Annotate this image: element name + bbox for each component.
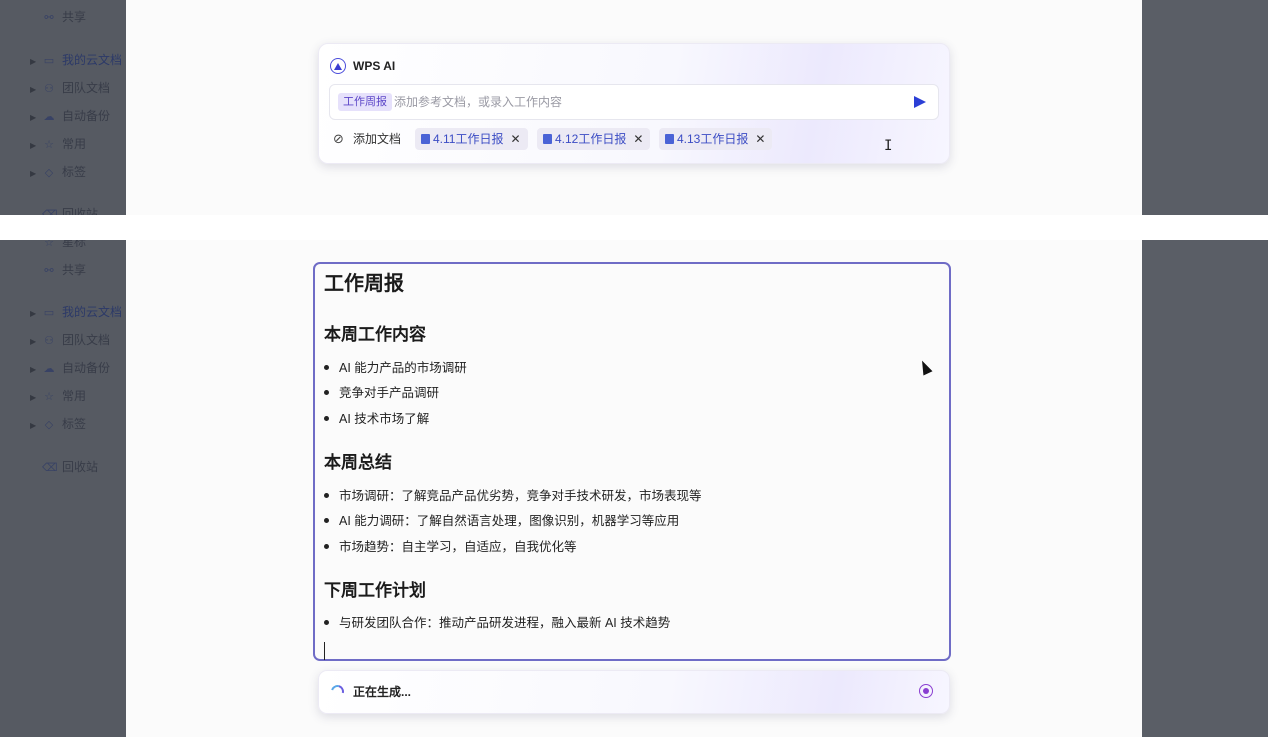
attachment-chip[interactable]: 4.12工作日报 ✕ — [537, 128, 651, 150]
tag-icon: ◇ — [44, 419, 54, 431]
document-icon — [665, 134, 674, 144]
stop-generating-button[interactable] — [919, 684, 933, 698]
document-icon — [543, 134, 552, 144]
left-sidebar: ⚯ 共享 ▶ ▭ 我的云文档 ▶ ⚇ 团队文档 ▶ ☁ 自动备份 ▶ ☆ 常用 ▶ ◇ 标签 ⌫ 回收站 — [0, 0, 126, 215]
remove-attachment-icon[interactable]: ✕ — [755, 132, 765, 146]
sidebar-item-trash[interactable]: ⌫ 回收站 — [30, 457, 98, 477]
star-icon: ☆ — [44, 391, 54, 403]
trash-icon: ⌫ — [42, 462, 58, 474]
attachment-chip[interactable]: 4.13工作日报 ✕ — [659, 128, 773, 150]
wps-ai-logo-icon — [330, 58, 346, 74]
sidebar-item-share[interactable]: ⚯ 共享 — [30, 7, 86, 27]
tag-icon: ◇ — [44, 167, 54, 179]
send-icon[interactable] — [914, 96, 926, 108]
attachment-chip[interactable]: 4.11工作日报 ✕ — [415, 128, 528, 150]
section-heading: 本周工作内容 — [324, 325, 426, 344]
prompt-template-tag[interactable]: 工作周报 — [338, 93, 392, 111]
sidebar-item-auto-backup[interactable]: ▶ ☁ 自动备份 — [30, 106, 110, 126]
sidebar-item-frequent[interactable]: ▶ ☆ 常用 — [30, 386, 86, 406]
wps-ai-title: WPS AI — [353, 59, 396, 73]
document-icon — [421, 134, 430, 144]
wps-ai-panel: WPS AI 工作周报 添加参考文档，或录入工作内容 ⊘ 添加文档 4.11工作… — [318, 43, 950, 164]
left-sidebar: ☆ 星标 ⚯ 共享 ▶ ▭ 我的云文档 ▶ ⚇ 团队文档 ▶ ☁ 自动备份 ▶ ☆ 常用 ▶ ◇ 标签 … — [0, 240, 126, 737]
sidebar-item-auto-backup[interactable]: ▶ ☁ 自动备份 — [30, 358, 110, 378]
list-item: 竞争对手产品调研 — [324, 384, 439, 402]
folder-icon: ▭ — [43, 307, 55, 319]
list-item: AI 能力产品的市场调研 — [324, 359, 467, 377]
generating-status-bar: 正在生成... — [318, 670, 950, 714]
bottom-screenshot-panel: ☆ 星标 ⚯ 共享 ▶ ▭ 我的云文档 ▶ ⚇ 团队文档 ▶ ☁ 自动备份 ▶ ☆ 常用 ▶ ◇ 标签 … — [0, 240, 1268, 737]
star-icon: ☆ — [44, 139, 54, 151]
sidebar-item-trash[interactable]: ⌫ 回收站 — [30, 204, 98, 215]
backup-icon: ☁ — [43, 363, 55, 375]
sidebar-item-my-cloud-docs[interactable]: ▶ ▭ 我的云文档 — [30, 50, 122, 70]
generating-label: 正在生成... — [353, 685, 412, 699]
trash-icon: ⌫ — [42, 209, 58, 215]
add-document-button[interactable]: 添加文档 — [353, 130, 401, 148]
paperclip-icon: ⊘ — [333, 131, 344, 146]
sidebar-item-tags[interactable]: ▶ ◇ 标签 — [30, 414, 86, 434]
list-item: 与研发团队合作：推动产品研发进程，融入最新 AI 技术趋势 — [324, 614, 670, 632]
right-backdrop — [1142, 0, 1268, 215]
remove-attachment-icon[interactable]: ✕ — [633, 132, 643, 146]
text-caret — [324, 642, 325, 660]
list-item: 市场调研：了解竞品产品优劣势，竞争对手技术研发，市场表现等 — [324, 487, 702, 505]
team-icon: ⚇ — [44, 83, 54, 95]
text-cursor-icon: I — [884, 138, 893, 154]
sidebar-item-share[interactable]: ⚯ 共享 — [30, 260, 86, 280]
document-title: 工作周报 — [324, 273, 404, 295]
prompt-placeholder: 添加参考文档，或录入工作内容 — [394, 95, 563, 109]
list-item: 市场趋势：自主学习，自适应，自我优化等 — [324, 538, 577, 556]
loading-spinner-icon — [328, 682, 347, 701]
sidebar-item-tags[interactable]: ▶ ◇ 标签 — [30, 162, 86, 182]
section-heading: 下周工作计划 — [324, 581, 426, 600]
top-screenshot-panel: ⚯ 共享 ▶ ▭ 我的云文档 ▶ ⚇ 团队文档 ▶ ☁ 自动备份 ▶ ☆ 常用 ▶ ◇ 标签 ⌫ 回收站… — [0, 0, 1268, 215]
share-icon: ⚯ — [44, 265, 54, 277]
sidebar-item-team-docs[interactable]: ▶ ⚇ 团队文档 — [30, 330, 110, 350]
right-backdrop — [1142, 240, 1268, 737]
star-icon: ☆ — [44, 240, 54, 249]
team-icon: ⚇ — [44, 335, 54, 347]
sidebar-item-my-cloud-docs[interactable]: ▶ ▭ 我的云文档 — [30, 302, 122, 322]
folder-icon: ▭ — [43, 55, 55, 67]
section-heading: 本周总结 — [324, 453, 392, 472]
list-item: AI 技术市场了解 — [324, 410, 429, 428]
sidebar-item-starred[interactable]: ☆ 星标 — [30, 240, 86, 252]
sidebar-item-frequent[interactable]: ▶ ☆ 常用 — [30, 134, 86, 154]
list-item: AI 能力调研：了解自然语言处理，图像识别，机器学习等应用 — [324, 512, 679, 530]
remove-attachment-icon[interactable]: ✕ — [510, 132, 520, 146]
sidebar-item-team-docs[interactable]: ▶ ⚇ 团队文档 — [30, 78, 110, 98]
ai-prompt-input[interactable]: 工作周报 添加参考文档，或录入工作内容 — [329, 84, 939, 120]
generated-document-editor[interactable]: 工作周报 本周工作内容 AI 能力产品的市场调研 竞争对手产品调研 AI 技术市… — [313, 262, 951, 661]
share-icon: ⚯ — [44, 12, 54, 24]
backup-icon: ☁ — [43, 111, 55, 123]
